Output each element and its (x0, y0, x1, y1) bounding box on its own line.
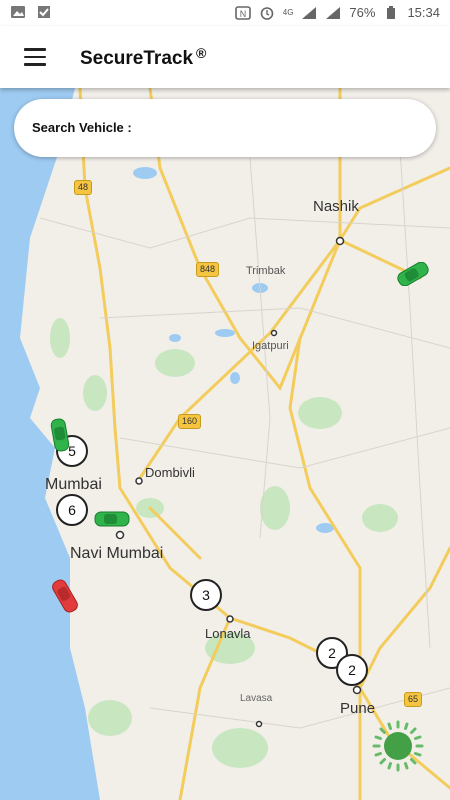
city-label-lavasa: Lavasa (240, 693, 273, 704)
city-label-trimbak: Trimbak (246, 265, 286, 277)
alarm-icon (259, 6, 275, 20)
city-label-lonavla: Lonavla (205, 626, 251, 641)
app-bar: SecureTrack ® (0, 26, 450, 88)
svg-text:N: N (240, 9, 247, 19)
vehicle-cluster-marker[interactable]: 2 (336, 654, 368, 686)
battery-percent: 76% (349, 5, 376, 20)
app-title: SecureTrack ® (80, 45, 206, 70)
highway-shield: 160 (178, 414, 202, 429)
city-label-nashik: Nashik (313, 198, 359, 215)
signal-icon (301, 6, 317, 20)
city-label-mumbai: Mumbai (45, 476, 102, 493)
search-vehicle-label: Search Vehicle : (32, 120, 132, 135)
city-label-dombivli: Dombivli (145, 465, 195, 480)
highway-shield: 65 (404, 692, 423, 707)
network-type: 4G (282, 8, 294, 17)
location-dot-icon[interactable] (372, 720, 424, 772)
car-icon[interactable] (50, 575, 80, 622)
city-label-navi-mumbai: Navi Mumbai (70, 545, 164, 562)
car-icon[interactable] (394, 261, 432, 291)
highway-shield: 848 (196, 262, 220, 277)
vehicle-cluster-marker[interactable]: 6 (56, 494, 88, 526)
vehicle-cluster-marker[interactable]: 3 (190, 579, 222, 611)
check-icon (36, 5, 52, 19)
city-label-pune: Pune (340, 700, 376, 717)
car-icon[interactable] (92, 508, 132, 535)
car-icon[interactable] (48, 416, 72, 459)
highway-shield: 48 (74, 180, 93, 195)
clock: 15:34 (407, 5, 440, 20)
city-label-igatpuri: Igatpuri (252, 340, 289, 352)
search-vehicle-bar[interactable]: Search Vehicle : (14, 99, 436, 157)
app-title-text: SecureTrack (80, 48, 194, 69)
registered-mark: ® (196, 45, 207, 61)
nfc-icon: N (234, 5, 251, 20)
signal-icon (325, 6, 341, 20)
menu-icon[interactable] (24, 48, 46, 66)
battery-icon (383, 5, 399, 20)
status-bar: N 4G 76% 15:34 (0, 0, 450, 26)
image-icon (10, 5, 26, 19)
